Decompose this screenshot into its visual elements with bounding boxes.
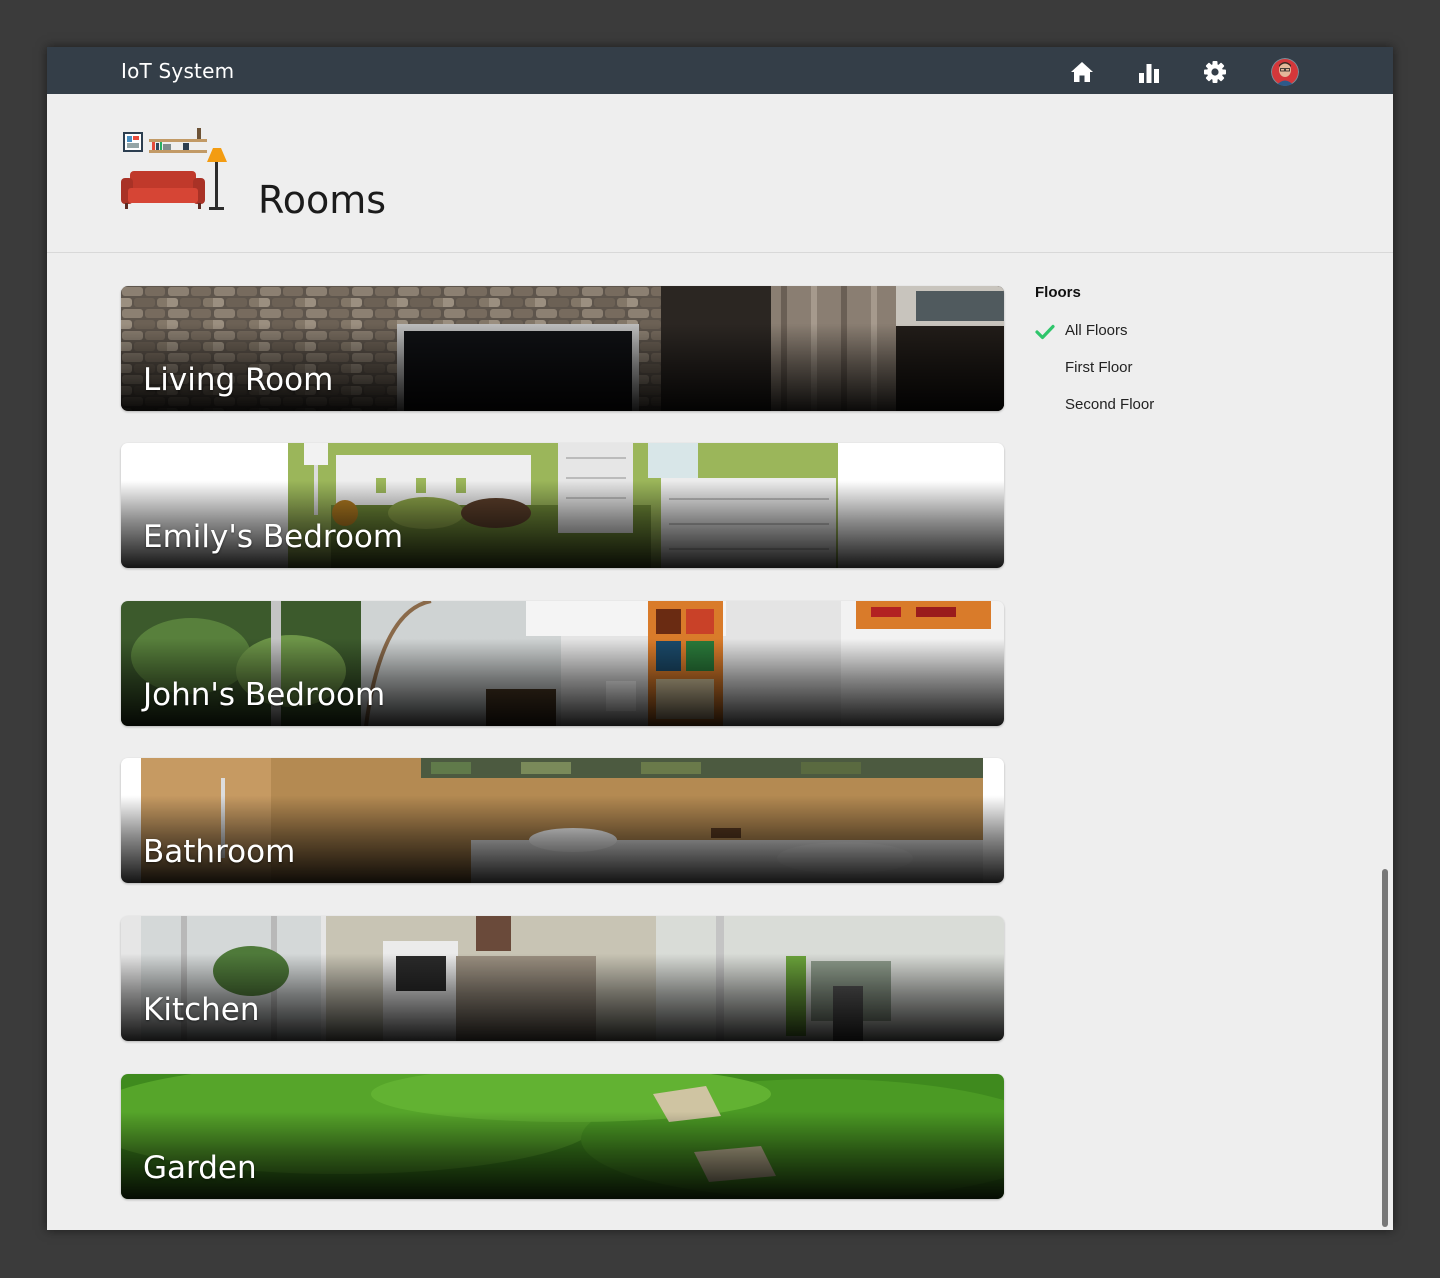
floor-item-second-floor[interactable]: Second Floor xyxy=(1035,391,1355,428)
floor-item-all-floors[interactable]: All Floors xyxy=(1035,317,1355,354)
floors-filter: Floors All Floors First Floor Second Flo… xyxy=(1035,283,1355,428)
user-avatar[interactable] xyxy=(1271,58,1299,86)
top-bar: IoT System xyxy=(47,47,1393,94)
vertical-scrollbar[interactable] xyxy=(1382,869,1388,1227)
floor-label: First Floor xyxy=(1065,359,1133,376)
room-card-garden[interactable]: Garden xyxy=(121,1074,1004,1199)
floor-item-first-floor[interactable]: First Floor xyxy=(1035,354,1355,391)
page-header: Rooms xyxy=(47,94,1393,253)
room-name: Bathroom xyxy=(143,834,296,870)
app-window: IoT System Rooms Living Room Emily's Bed… xyxy=(47,47,1393,1230)
room-name: Garden xyxy=(143,1150,257,1186)
room-card-living-room[interactable]: Living Room xyxy=(121,286,1004,411)
floors-title: Floors xyxy=(1035,284,1081,301)
room-card-bathroom[interactable]: Bathroom xyxy=(121,758,1004,883)
home-icon[interactable] xyxy=(1069,59,1095,85)
app-title: IoT System xyxy=(121,59,235,83)
check-icon xyxy=(1035,322,1055,350)
room-card-johns-bedroom[interactable]: John's Bedroom xyxy=(121,601,1004,726)
floor-label: All Floors xyxy=(1065,322,1128,339)
room-name: John's Bedroom xyxy=(143,677,386,713)
room-name: Kitchen xyxy=(143,992,260,1028)
page-title: Rooms xyxy=(258,178,387,222)
gear-icon[interactable] xyxy=(1202,59,1228,85)
room-name: Living Room xyxy=(143,362,334,398)
room-card-emilys-bedroom[interactable]: Emily's Bedroom xyxy=(121,443,1004,568)
room-name: Emily's Bedroom xyxy=(143,519,404,555)
bar-chart-icon[interactable] xyxy=(1136,59,1162,85)
room-card-kitchen[interactable]: Kitchen xyxy=(121,916,1004,1041)
floor-label: Second Floor xyxy=(1065,396,1155,413)
living-room-illustration xyxy=(121,128,229,216)
